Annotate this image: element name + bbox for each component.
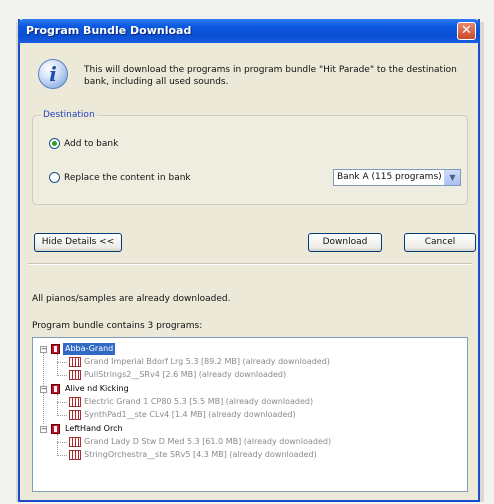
program-icon bbox=[51, 344, 60, 354]
destination-legend: Destination bbox=[41, 110, 97, 120]
divider bbox=[28, 263, 472, 265]
radio-replace-indicator[interactable] bbox=[49, 172, 60, 183]
bundle-summary: Program bundle contains 3 programs: bbox=[32, 321, 203, 331]
tree-sound[interactable]: Electric Grand 1 CP80 5.3 [5.5 MB] (alre… bbox=[84, 396, 313, 408]
bank-select[interactable]: Bank A (115 programs) ▼ bbox=[333, 169, 461, 186]
radio-add-label: Add to bank bbox=[64, 138, 119, 149]
radio-add-to-bank[interactable]: Add to bank bbox=[49, 138, 118, 149]
samples-status: All pianos/samples are already downloade… bbox=[32, 294, 231, 304]
sound-icon bbox=[69, 370, 81, 380]
dialog-window: Program Bundle Download ✕ i This will do… bbox=[18, 19, 480, 502]
hide-details-button[interactable]: Hide Details << bbox=[34, 233, 122, 252]
close-icon: ✕ bbox=[461, 23, 472, 38]
sound-icon bbox=[69, 437, 81, 447]
collapse-toggle[interactable]: − bbox=[40, 386, 47, 393]
tree-program[interactable]: LeftHand Orch bbox=[63, 423, 125, 435]
title-bar[interactable]: Program Bundle Download ✕ bbox=[18, 19, 480, 43]
radio-replace-bank[interactable]: Replace the content in bank bbox=[49, 172, 191, 183]
tree-sound[interactable]: SynthPad1__ste CLv4 [1.4 MB] (already do… bbox=[84, 409, 296, 421]
window-title: Program Bundle Download bbox=[26, 24, 192, 37]
chevron-down-icon[interactable]: ▼ bbox=[444, 170, 460, 185]
cancel-button[interactable]: Cancel bbox=[404, 233, 476, 252]
info-icon: i bbox=[38, 59, 68, 89]
tree-sound[interactable]: Grand Lady D Stw D Med 5.3 [61.0 MB] (al… bbox=[84, 436, 331, 448]
program-icon bbox=[51, 424, 60, 434]
tree-sound[interactable]: Grand Imperial Bdorf Lrg 5.3 [89.2 MB] (… bbox=[84, 356, 330, 368]
tree-program[interactable]: Abba-Grand bbox=[63, 343, 116, 355]
program-icon bbox=[51, 384, 60, 394]
bank-select-value: Bank A (115 programs) bbox=[337, 172, 442, 182]
tree-program[interactable]: Alive nd Kicking bbox=[63, 383, 131, 395]
sound-icon bbox=[69, 397, 81, 407]
collapse-toggle[interactable]: − bbox=[40, 346, 47, 353]
radio-replace-label: Replace the content in bank bbox=[64, 172, 191, 183]
download-button[interactable]: Download bbox=[308, 233, 382, 252]
sound-icon bbox=[69, 450, 81, 460]
dialog-message: This will download the programs in progr… bbox=[84, 65, 457, 87]
tree-sound[interactable]: PullStrings2__SRv4 [2.6 MB] (already dow… bbox=[84, 369, 286, 381]
sound-icon bbox=[69, 410, 81, 420]
sound-icon bbox=[69, 357, 81, 367]
close-button[interactable]: ✕ bbox=[457, 22, 476, 40]
collapse-toggle[interactable]: − bbox=[40, 426, 47, 433]
program-tree[interactable]: − Abba-Grand Grand Imperial Bdorf Lrg 5.… bbox=[32, 337, 468, 492]
radio-add-indicator[interactable] bbox=[49, 138, 60, 149]
tree-sound[interactable]: StringOrchestra__ste SRv5 [4.3 MB] (alre… bbox=[84, 449, 317, 461]
destination-group: Destination Add to bank Replace the cont… bbox=[32, 110, 468, 205]
